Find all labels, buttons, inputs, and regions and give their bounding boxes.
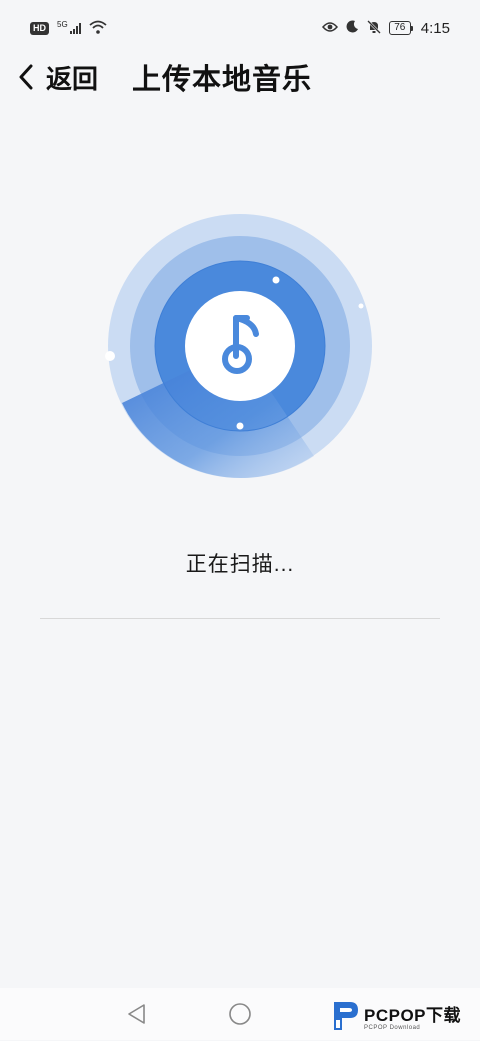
particle-dot <box>236 422 244 430</box>
divider <box>40 618 440 619</box>
mute-bell-icon <box>366 19 381 37</box>
scan-status-text: 正在扫描... <box>185 553 295 576</box>
signal-icon <box>69 22 81 34</box>
watermark-brand: PCPOP下载 <box>364 1006 462 1025</box>
scan-animation <box>104 210 376 482</box>
status-bar: HD 5G 76 4:15 <box>0 0 480 56</box>
watermark-subtitle: PCPOP Download <box>364 1025 421 1031</box>
hd-badge: HD <box>30 21 49 35</box>
wifi-icon <box>89 20 107 37</box>
battery-tip <box>410 25 413 31</box>
moon-icon <box>346 20 359 36</box>
network-type-label: 5G <box>57 19 68 29</box>
eye-icon <box>321 20 338 36</box>
battery-indicator: 76 <box>388 21 413 35</box>
clock: 4:15 <box>420 19 450 37</box>
page-title: 上传本地音乐 <box>132 64 313 96</box>
watermark: PCPOP下载 PCPOP Download <box>330 996 461 1036</box>
battery-level: 76 <box>388 21 411 35</box>
particle-dot <box>358 303 364 309</box>
back-button[interactable]: 返回 <box>18 59 98 96</box>
nav-home-circle-icon[interactable] <box>228 1002 252 1031</box>
watermark-text: PCPOP下载 PCPOP Download <box>364 1001 461 1031</box>
pcpop-logo-icon <box>330 996 360 1036</box>
chevron-left-icon[interactable] <box>18 64 34 90</box>
particle-dot <box>105 351 115 361</box>
header: 返回 上传本地音乐 <box>0 56 480 98</box>
back-label[interactable]: 返回 <box>46 59 98 96</box>
particle-dot <box>272 276 280 284</box>
nav-back-triangle-icon[interactable] <box>124 1002 148 1031</box>
status-left: HD 5G <box>30 20 107 37</box>
status-right: 76 4:15 <box>321 19 450 37</box>
